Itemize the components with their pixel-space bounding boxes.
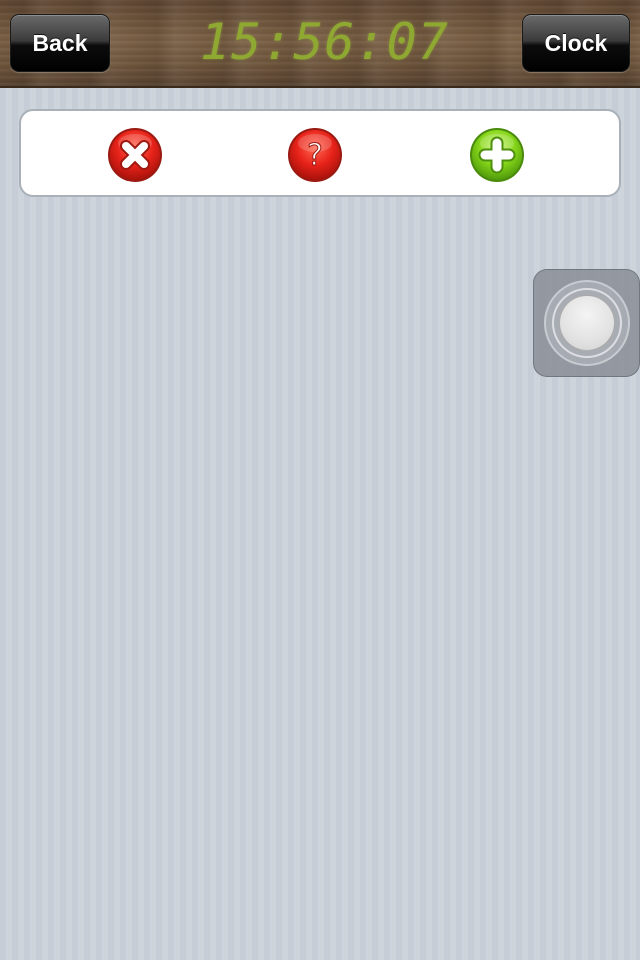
plus-icon bbox=[470, 128, 524, 182]
assistive-touch-button[interactable] bbox=[533, 269, 640, 377]
x-mark-icon bbox=[108, 128, 162, 182]
question-mark-icon: ? bbox=[288, 128, 342, 182]
assistive-core-icon bbox=[559, 295, 615, 351]
help-button[interactable]: ? bbox=[287, 127, 343, 183]
action-panel: ? bbox=[19, 109, 621, 197]
cancel-button[interactable] bbox=[107, 127, 163, 183]
top-bar: Back 15:56:07 Clock bbox=[0, 0, 640, 88]
clock-button[interactable]: Clock bbox=[522, 14, 630, 72]
back-button[interactable]: Back bbox=[10, 14, 110, 72]
add-button[interactable] bbox=[469, 127, 525, 183]
help-glyph: ? bbox=[307, 138, 323, 173]
clock-display: 15:56:07 bbox=[200, 13, 449, 71]
